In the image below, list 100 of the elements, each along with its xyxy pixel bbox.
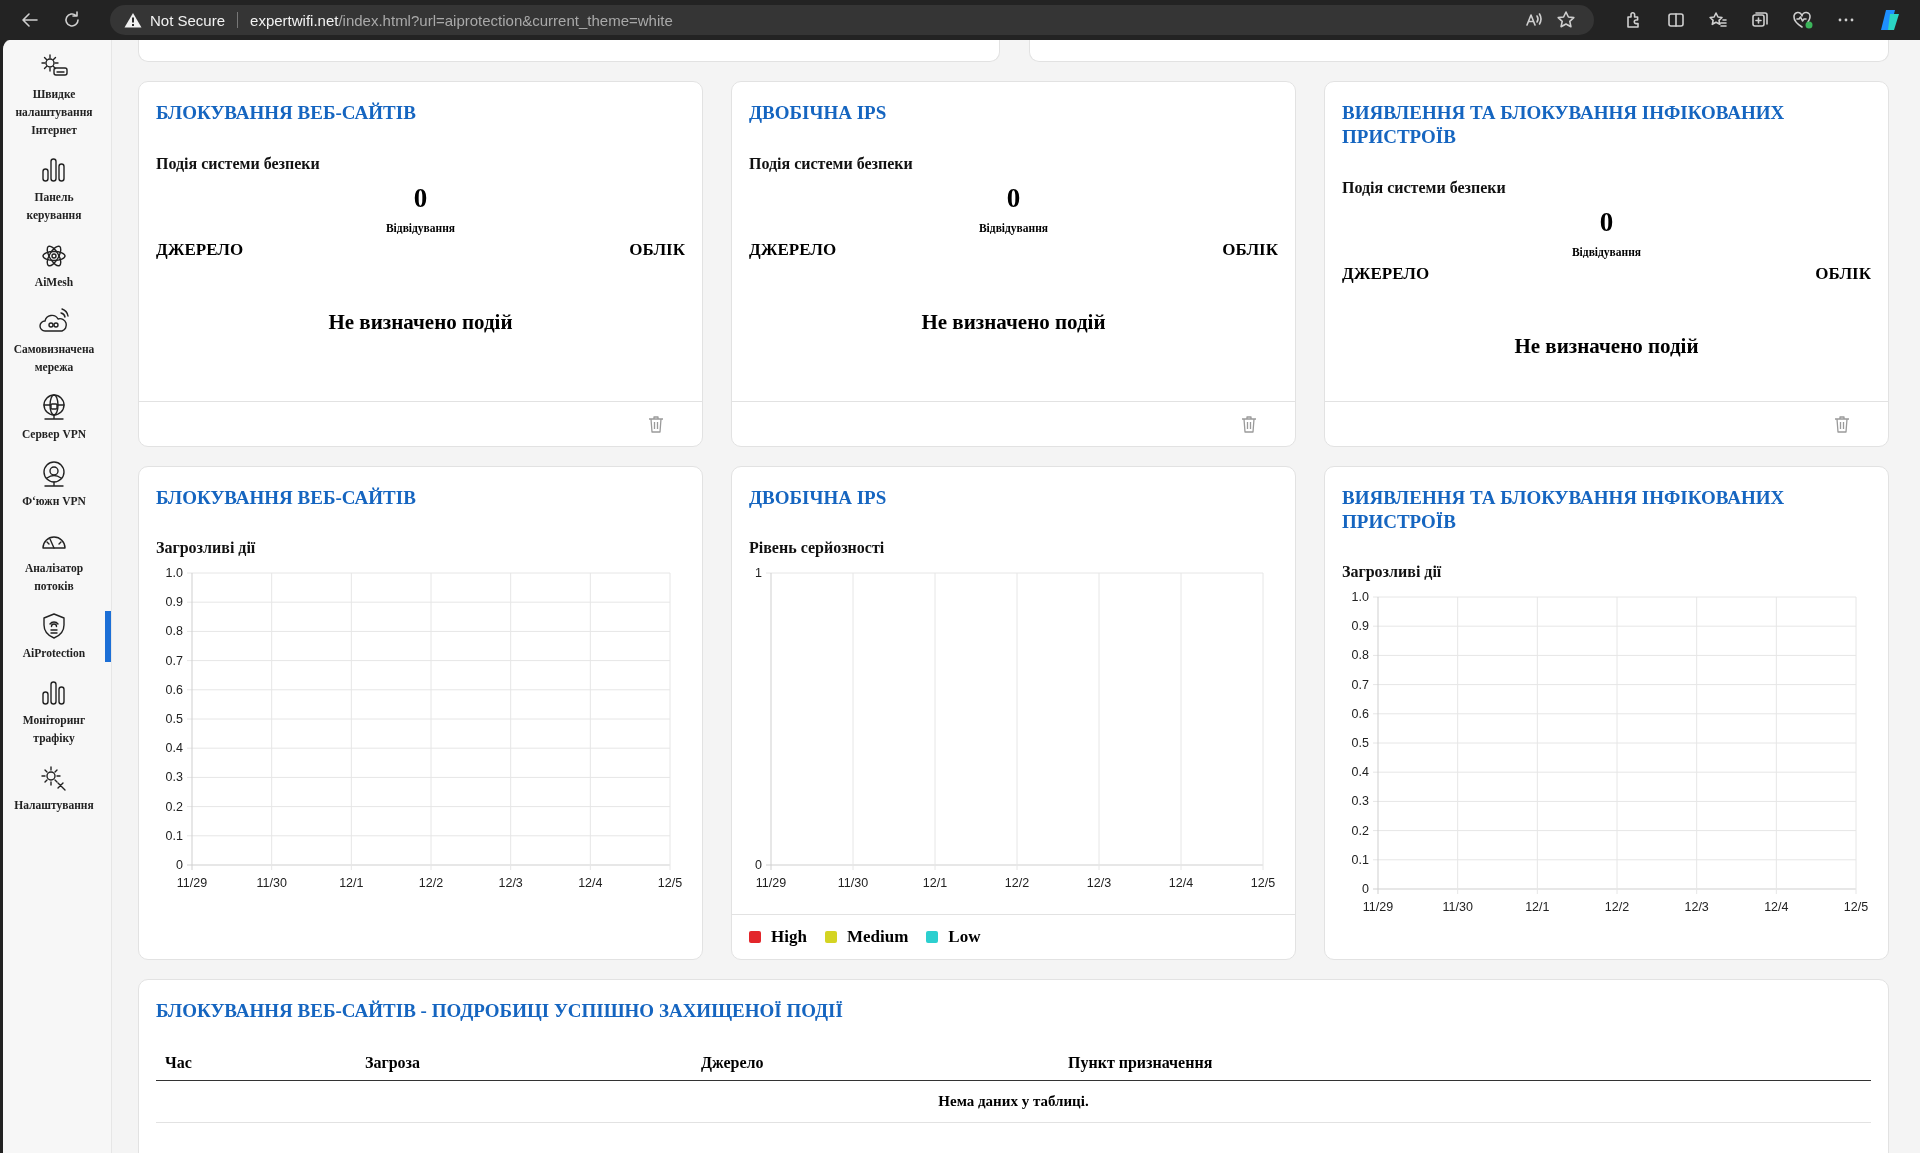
sidebar-item[interactable]: Аналізатор потоків	[3, 526, 111, 595]
tick-label: 12/2	[1004, 876, 1030, 890]
column-heading: ОБЛІК	[1815, 264, 1871, 284]
empty-message: Не визначено подій	[1513, 334, 1700, 359]
card-title: БЛОКУВАННЯ ВЕБ-САЙТІВ	[156, 101, 417, 125]
legend-label: Low	[948, 927, 981, 947]
sidebar-item[interactable]: Ф‘южн VPN	[3, 459, 111, 510]
sidebar-item[interactable]: Моніторинг трафіку	[3, 678, 111, 747]
tick-label: 0.3	[165, 770, 183, 785]
card-title: ВИЯВЛЕННЯ ТА БЛОКУВАННЯ ІНФІКОВАНИХ ПРИСТРОЇВ	[1342, 486, 1786, 534]
section-label: Подія системи безпеки	[1342, 179, 1507, 197]
tick-label: 12/2	[418, 876, 444, 890]
split-screen-icon[interactable]	[1666, 10, 1686, 30]
count-label: Відвідування	[384, 222, 457, 234]
trash-icon[interactable]	[646, 414, 666, 434]
event-count: 0	[1598, 207, 1615, 238]
chart-title: Загрозливі дії	[1342, 563, 1443, 581]
trash-icon[interactable]	[1239, 414, 1259, 434]
tick-label: 0.9	[1351, 619, 1369, 634]
column-heading: ДЖЕРЕЛО	[1342, 264, 1430, 284]
card-title: БЛОКУВАННЯ ВЕБ-САЙТІВ	[156, 486, 417, 510]
tick-label: 0.5	[165, 712, 183, 726]
warning-icon	[124, 12, 142, 28]
copilot-icon[interactable]	[1878, 8, 1902, 32]
chart-title: Загрозливі дії	[156, 539, 257, 557]
tick-label: 11/29	[1362, 900, 1394, 914]
trash-icon[interactable]	[1832, 414, 1852, 434]
tick-label: 0.7	[165, 653, 183, 668]
section-label: Подія системи безпеки	[749, 155, 914, 173]
tick-label: 0.6	[165, 682, 183, 697]
tick-label: 12/1	[1525, 900, 1550, 914]
tick-label: 0.4	[1351, 765, 1369, 780]
tick-label: 0.2	[1351, 823, 1369, 838]
count-label: Відвідування	[1570, 246, 1643, 258]
tick-label: 12/4	[1764, 900, 1789, 914]
sidebar-item[interactable]: Налаштування	[3, 763, 111, 814]
tick-label: 0.1	[165, 828, 183, 843]
sidebar-item[interactable]: AiProtection	[3, 611, 111, 662]
tick-label: 0.8	[1351, 648, 1369, 663]
tick-label: 0	[755, 858, 762, 872]
tick-label: 12/2	[1604, 900, 1630, 914]
tick-label: 12/4	[578, 876, 603, 890]
tick-label: 0	[176, 858, 183, 872]
collections-icon[interactable]	[1750, 10, 1770, 30]
tick-label: 0.6	[1351, 706, 1369, 721]
tick-label: 11/30	[256, 876, 287, 890]
tick-label: 0.5	[1351, 736, 1369, 750]
sidebar-item[interactable]: AiMesh	[3, 240, 111, 291]
column-heading: ДЖЕРЕЛО	[749, 240, 837, 260]
chart-title: Рівень серйозності	[749, 539, 886, 557]
reload-icon[interactable]	[62, 10, 82, 30]
sidebar-item[interactable]: Сервер VPN	[3, 392, 111, 443]
tick-label: 0.8	[165, 624, 183, 639]
column-header: Пункт призначення	[1068, 1054, 1213, 1072]
tick-label: 11/30	[1442, 900, 1473, 914]
empty-message: Не визначено подій	[920, 310, 1107, 335]
card-title: ДВОБІЧНА IPS	[749, 486, 888, 510]
sidebar-item[interactable]: Швидке налаштування Інтернет	[3, 52, 111, 139]
event-count: 0	[1005, 183, 1022, 214]
column-header: Час	[165, 1054, 193, 1072]
column-header: Загроза	[365, 1054, 422, 1072]
tick-label: 12/5	[1250, 876, 1276, 890]
tick-label: 0.3	[1351, 794, 1369, 809]
address-bar[interactable]: Not Secure expertwifi.net/index.html?url=aiprotection&current_theme=white	[110, 5, 1594, 35]
table-cell: Нема даних у таблиці.	[156, 1081, 1871, 1123]
tick-label: 0.1	[1351, 852, 1369, 867]
tick-label: 12/3	[1684, 900, 1709, 914]
tick-label: 0.2	[165, 799, 183, 814]
tick-label: 12/5	[1843, 900, 1869, 914]
tick-label: 11/29	[755, 876, 787, 890]
tick-label: 12/1	[922, 876, 948, 890]
tick-label: 0	[1362, 882, 1369, 896]
column-heading: ОБЛІК	[629, 240, 685, 260]
tick-label: 0.7	[1351, 677, 1369, 692]
health-icon[interactable]	[1792, 10, 1814, 30]
star-icon[interactable]	[1556, 10, 1576, 30]
legend-label: High	[771, 927, 807, 947]
empty-message: Не визначено подій	[327, 310, 514, 335]
section-label: Подія системи безпеки	[156, 155, 321, 173]
url-text: expertwifi.net/index.html?url=aiprotection&current_theme=white	[250, 11, 673, 29]
tick-label: 12/5	[657, 876, 683, 890]
card-title: ДВОБІЧНА IPS	[749, 101, 888, 125]
tick-label: 1.0	[165, 566, 183, 580]
event-count: 0	[412, 183, 429, 214]
tick-label: 11/29	[176, 876, 208, 890]
sidebar-item[interactable]: Панель керування	[3, 155, 111, 224]
column-heading: ОБЛІК	[1222, 240, 1278, 260]
favorites-icon[interactable]	[1708, 10, 1728, 30]
back-icon[interactable]	[20, 10, 40, 30]
column-header: Джерело	[701, 1054, 765, 1072]
tick-label: 12/3	[498, 876, 523, 890]
sidebar-item[interactable]: Самовизначена мережа	[3, 307, 111, 376]
count-label: Відвідування	[977, 222, 1050, 234]
tick-label: 0.9	[165, 595, 183, 610]
tick-label: 12/3	[1086, 876, 1112, 890]
tick-label: 1	[755, 566, 762, 580]
tick-label: 11/30	[837, 876, 869, 890]
legend-label: Medium	[846, 927, 909, 947]
tick-label: 1.0	[1351, 590, 1369, 604]
card-title: БЛОКУВАННЯ ВЕБ-САЙТІВ - ПОДРОБИЦІ УСПІШНО ЗАХИЩЕНОЇ ПОДІЇ	[156, 999, 844, 1023]
